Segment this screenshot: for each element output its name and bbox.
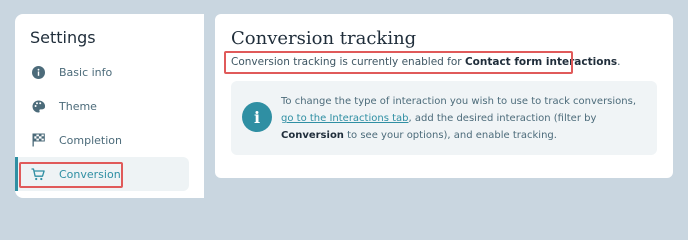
page-title: Conversion tracking	[231, 28, 417, 49]
sidebar-title: Settings	[30, 28, 96, 47]
info-text-part: to see your options), and enable trackin…	[343, 130, 557, 141]
info-circle-icon	[31, 65, 45, 79]
info-text: To change the type of interaction you wi…	[281, 93, 649, 144]
checkered-flag-icon	[31, 133, 45, 147]
info-text-part: , add the desired interaction (filter by	[408, 113, 597, 124]
info-icon: i	[242, 102, 272, 132]
interactions-tab-link[interactable]: go to the Interactions tab	[281, 113, 409, 124]
info-callout: i To change the type of interaction you …	[231, 81, 657, 155]
sidebar-item-basic-info[interactable]: Basic info	[15, 55, 189, 89]
palette-icon	[31, 99, 45, 113]
sidebar-item-label: Theme	[59, 99, 97, 113]
status-highlight-box	[224, 51, 573, 74]
sidebar-item-completion[interactable]: Completion	[15, 123, 189, 157]
settings-sidebar: Settings Basic info Theme Completion Con…	[15, 14, 204, 198]
conversion-filter-term: Conversion	[281, 130, 344, 141]
info-text-part: To change the type of interaction you wi…	[281, 96, 637, 107]
sidebar-item-theme[interactable]: Theme	[15, 89, 189, 123]
conversion-panel: Conversion tracking Conversion tracking …	[215, 14, 673, 178]
sidebar-item-label: Completion	[59, 133, 123, 147]
status-suffix: .	[617, 56, 621, 68]
conversion-highlight-box	[19, 162, 123, 188]
sidebar-item-label: Basic info	[59, 65, 113, 79]
